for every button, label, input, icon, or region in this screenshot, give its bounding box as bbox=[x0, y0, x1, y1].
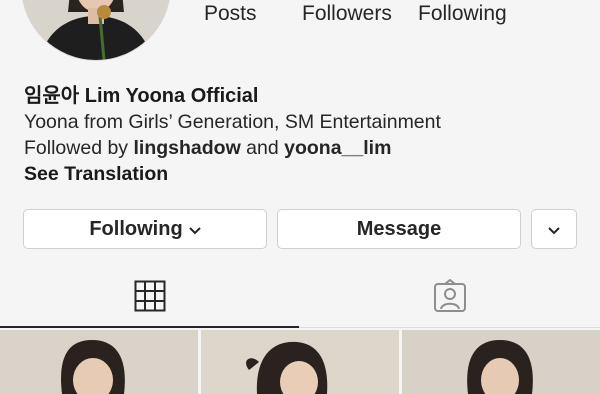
active-tab-indicator bbox=[0, 326, 299, 328]
post-thumbnail[interactable] bbox=[201, 330, 399, 394]
chevron-down-icon bbox=[548, 218, 560, 241]
followers-stat[interactable]: Followers bbox=[302, 2, 392, 26]
tagged-icon bbox=[433, 278, 467, 318]
followed-by-line: Followed by lingshadow and yoona__lim bbox=[24, 135, 584, 161]
message-button-label: Message bbox=[356, 217, 442, 240]
suggested-accounts-button[interactable] bbox=[531, 209, 577, 249]
tab-posts-grid[interactable] bbox=[0, 268, 300, 328]
tab-tagged[interactable] bbox=[300, 268, 600, 328]
bio-text: Yoona from Girls’ Generation, SM Enterta… bbox=[24, 111, 441, 133]
following-button-label: Following bbox=[89, 217, 183, 240]
photo-grid bbox=[0, 330, 600, 394]
post-thumbnail[interactable] bbox=[0, 330, 198, 394]
chevron-down-icon bbox=[188, 218, 201, 241]
profile-bio: 임윤아 Lim Yoona Official Yoona from Girls’… bbox=[24, 83, 584, 187]
following-button[interactable]: Following bbox=[23, 209, 267, 249]
followed-by-and: and bbox=[246, 137, 279, 159]
grid-icon bbox=[134, 280, 166, 317]
profile-stats: Posts Followers Following bbox=[0, 2, 600, 32]
post-thumbnail[interactable] bbox=[402, 330, 600, 394]
message-button[interactable]: Message bbox=[277, 209, 521, 249]
posts-stat[interactable]: Posts bbox=[204, 2, 257, 26]
followed-by-prefix: Followed by bbox=[24, 137, 129, 159]
see-translation-link[interactable]: See Translation bbox=[24, 161, 584, 187]
followed-by-user-link[interactable]: yoona__lim bbox=[284, 137, 391, 159]
followed-by-user-link[interactable]: lingshadow bbox=[133, 137, 240, 159]
profile-name: 임윤아 Lim Yoona Official bbox=[24, 85, 259, 107]
following-stat[interactable]: Following bbox=[418, 2, 507, 26]
profile-tabs bbox=[0, 268, 600, 328]
